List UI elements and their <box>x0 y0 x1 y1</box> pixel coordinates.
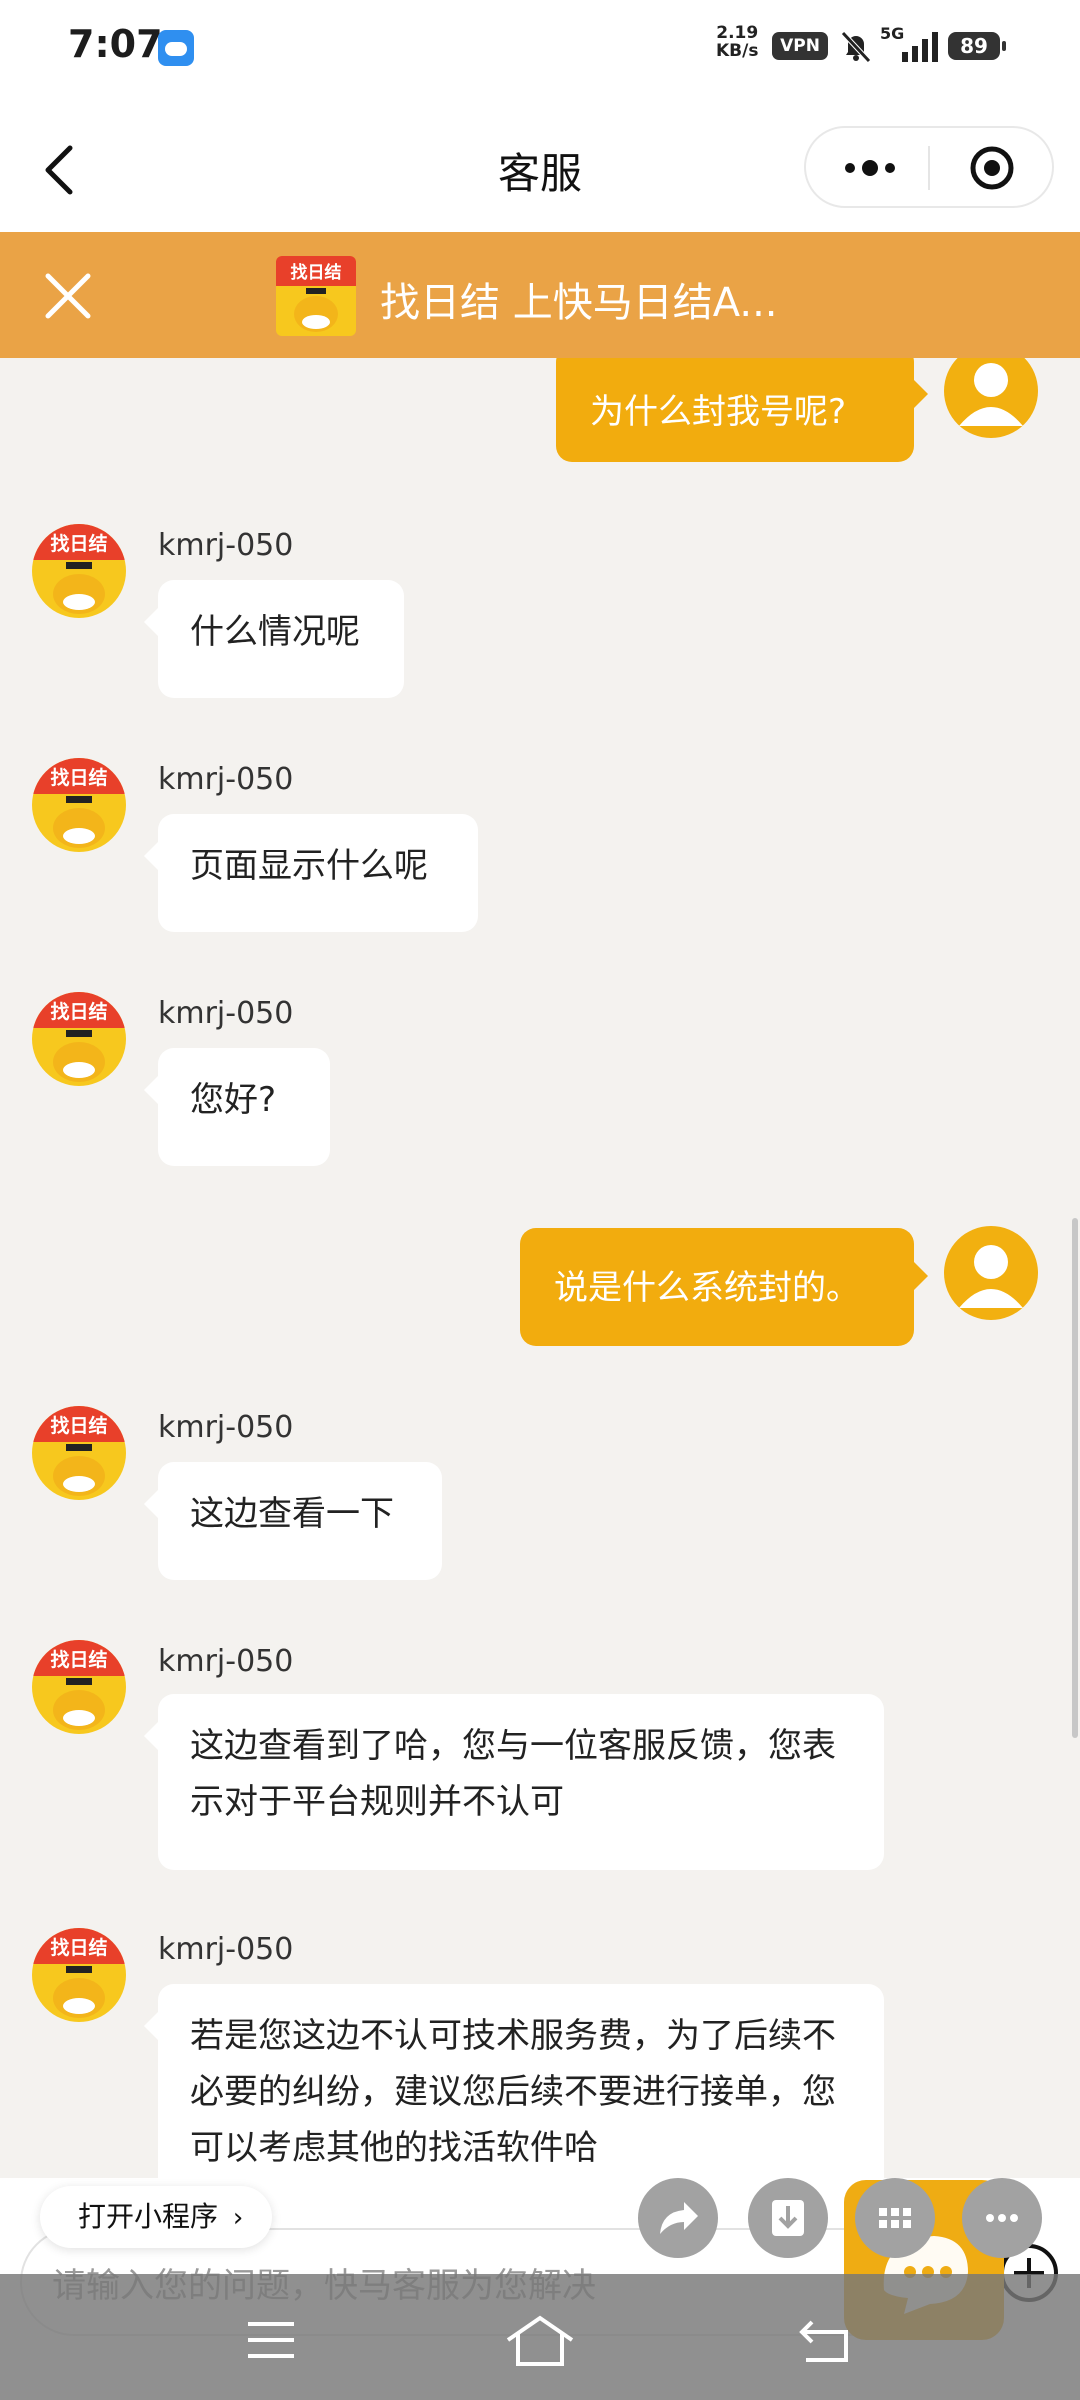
chevron-right-icon: › <box>232 2203 244 2233</box>
sender-name: kmrj-050 <box>158 996 294 1031</box>
network-speed: 2.19 KB/s <box>716 23 759 61</box>
sender-name: kmrj-050 <box>158 762 294 797</box>
agent-message-bubble[interactable]: 这边查看到了哈，您与一位客服反馈，您表示对于平台规则并不认可 <box>144 1694 884 1870</box>
battery-indicator: 89 <box>948 32 1006 60</box>
vpn-badge: VPN <box>772 32 828 60</box>
share-icon <box>660 2202 698 2234</box>
agent-avatar: 找日结 <box>32 524 126 618</box>
share-button[interactable] <box>638 2178 718 2258</box>
open-mini-program-button[interactable]: 打开小程序 › <box>40 2186 272 2248</box>
more-button[interactable] <box>962 2178 1042 2258</box>
grid-button[interactable] <box>855 2178 935 2258</box>
agent-message-bubble[interactable]: 页面显示什么呢 <box>144 814 478 932</box>
close-icon[interactable] <box>40 268 96 324</box>
agent-avatar: 找日结 <box>32 758 126 852</box>
sender-name: kmrj-050 <box>158 1644 294 1679</box>
svg-text:找日结: 找日结 <box>50 1648 107 1671</box>
svg-text:找日结: 找日结 <box>50 766 107 789</box>
home-icon[interactable] <box>504 2312 576 2368</box>
back-nav-icon[interactable] <box>796 2316 852 2364</box>
svg-text:找日结: 找日结 <box>50 1936 107 1959</box>
agent-avatar: 找日结 <box>32 1928 126 2022</box>
more-horizontal-icon <box>986 2214 1018 2222</box>
agent-avatar: 找日结 <box>32 1406 126 1500</box>
user-message-bubble[interactable]: 为什么封我号呢? <box>556 358 928 462</box>
app-logo: 找日结 <box>276 256 356 336</box>
grid-icon <box>879 2208 911 2228</box>
chat-area[interactable]: 为什么封我号呢? 找日结 kmrj-050 什么情况呢 找日结 kmrj-050… <box>0 358 1080 2178</box>
agent-message-bubble[interactable]: 您好? <box>144 1048 330 1166</box>
more-dots-icon[interactable] <box>838 150 902 186</box>
signal-icon <box>902 32 938 62</box>
agent-message-bubble[interactable]: 这边查看一下 <box>144 1462 442 1580</box>
agent-avatar: 找日结 <box>32 992 126 1086</box>
download-button[interactable] <box>748 2178 828 2258</box>
user-message-bubble[interactable]: 说是什么系统封的。 <box>520 1228 928 1346</box>
svg-text:找日结: 找日结 <box>50 1414 107 1437</box>
logo-text: 找日结 <box>291 262 342 283</box>
user-avatar <box>944 358 1038 438</box>
banner-title: 找日结 上快马日结A... <box>380 280 778 326</box>
bell-muted-icon <box>841 31 871 63</box>
svg-text:找日结: 找日结 <box>50 532 107 555</box>
sender-name: kmrj-050 <box>158 528 294 563</box>
status-time: 7:07 <box>68 22 163 66</box>
agent-message-bubble[interactable]: 什么情况呢 <box>144 580 404 698</box>
close-mini-program-icon[interactable] <box>968 144 1016 192</box>
agent-avatar: 找日结 <box>32 1640 126 1734</box>
menu-icon[interactable] <box>244 2318 298 2362</box>
svg-text:找日结: 找日结 <box>50 1000 107 1023</box>
agent-message-bubble[interactable]: 若是您这边不认可技术服务费，为了后续不必要的纠纷，建议您后续不要进行接单，您可以… <box>144 1984 884 2178</box>
system-nav-bar <box>0 2274 1080 2400</box>
sender-name: kmrj-050 <box>158 1932 294 1967</box>
user-avatar <box>944 1226 1038 1320</box>
sender-name: kmrj-050 <box>158 1410 294 1445</box>
scrollbar[interactable] <box>1072 1218 1078 1738</box>
open-mini-program-label: 打开小程序 <box>78 2200 219 2233</box>
download-icon <box>772 2200 804 2236</box>
capsule-divider <box>928 146 930 190</box>
weather-icon <box>158 30 194 66</box>
